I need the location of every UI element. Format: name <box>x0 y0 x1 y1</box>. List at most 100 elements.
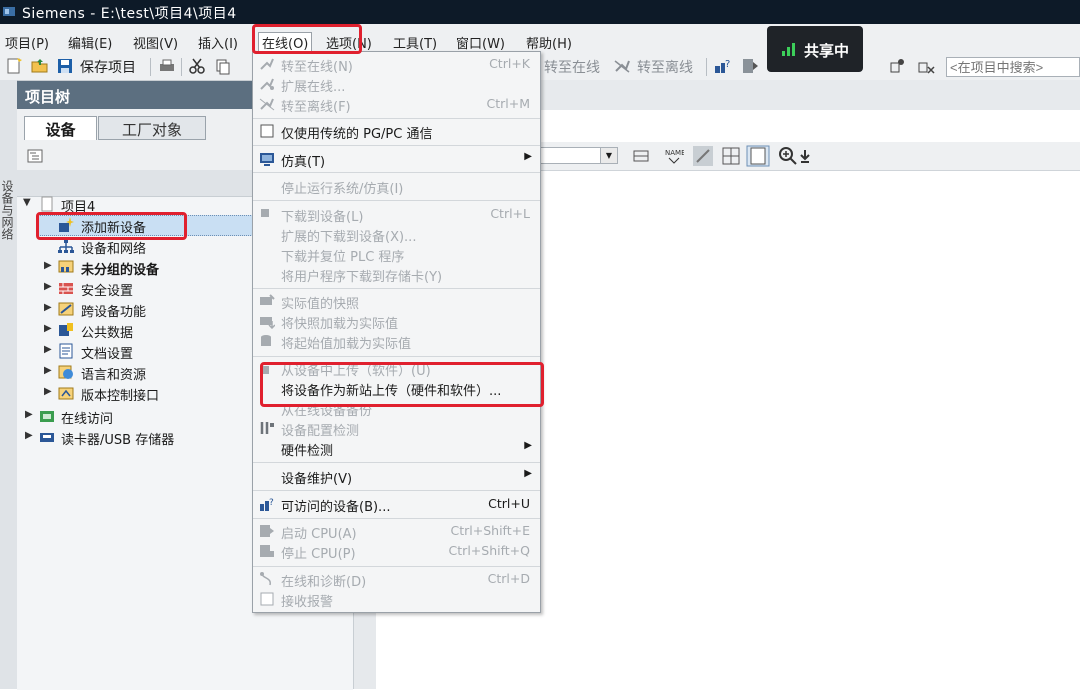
expand-arrow-icon[interactable]: ▶ <box>25 430 33 441</box>
title-bar: Siemens - E:\test\项目4\项目4 <box>0 0 1080 24</box>
simulation-icon <box>260 153 274 166</box>
menu-item-device-maintenance[interactable]: 设备维护(V) ▶ <box>253 466 540 487</box>
tree-item-document-settings[interactable]: ▶ 文档设置 <box>17 341 253 362</box>
tab-devices[interactable]: 设备 <box>24 116 97 140</box>
menu-item-stop-cpu[interactable]: 停止 CPU(P) Ctrl+Shift+Q <box>253 541 540 562</box>
menu-item-hardware-detect[interactable]: 硬件检测 ▶ <box>253 438 540 459</box>
chevron-down-icon: ▼ <box>600 148 617 163</box>
menu-edit[interactable]: 编辑(E) <box>68 33 112 52</box>
menu-tools[interactable]: 工具(T) <box>393 33 437 52</box>
name-tag-icon[interactable]: NAME <box>664 146 684 166</box>
menu-item-download-to-card[interactable]: 将用户程序下载到存储卡(Y) <box>253 264 540 285</box>
tree-item-ungrouped-devices[interactable]: ▶ 未分组的设备 <box>17 257 253 278</box>
download-icon <box>261 209 269 217</box>
expand-arrow-icon[interactable]: ▶ <box>44 302 52 313</box>
start-cpu-icon[interactable] <box>741 57 759 75</box>
project-tree-title: 项目树 <box>25 88 71 106</box>
menu-insert[interactable]: 插入(I) <box>198 33 238 52</box>
save-icon[interactable] <box>56 57 74 75</box>
menu-separator <box>253 118 540 119</box>
menu-project[interactable]: 项目(P) <box>5 33 49 52</box>
menu-item-go-offline[interactable]: 转至离线(F) Ctrl+M <box>253 94 540 115</box>
project-search-input[interactable] <box>946 57 1080 77</box>
devices-networks-strip-label: 设备与网络 <box>0 180 14 240</box>
menu-item-device-config-detect[interactable]: 设备配置检测 <box>253 418 540 439</box>
menu-item-snapshot[interactable]: 实际值的快照 <box>253 291 540 312</box>
cross-reference-x-icon[interactable] <box>917 57 935 75</box>
cross-reference-icon[interactable] <box>889 57 907 75</box>
svg-text:?: ? <box>725 59 730 70</box>
menu-item-download-reset-plc[interactable]: 下载并复位 PLC 程序 <box>253 244 540 265</box>
menu-separator <box>253 172 540 173</box>
new-project-icon[interactable] <box>5 57 23 75</box>
menu-item-load-start-values[interactable]: 将起始值加载为实际值 <box>253 331 540 352</box>
go-offline-button[interactable]: 转至离线 <box>637 57 693 77</box>
menu-item-legacy-pgpc[interactable]: 仅使用传统的 PG/PC 通信 <box>253 121 540 142</box>
menu-item-start-cpu[interactable]: 启动 CPU(A) Ctrl+Shift+E <box>253 521 540 542</box>
menu-item-simulation[interactable]: 仿真(T) ▶ <box>253 149 540 170</box>
toolbar-separator <box>150 58 151 76</box>
menu-item-receive-alarms[interactable]: 接收报警 <box>253 589 540 610</box>
online-menu: 转至在线(N) Ctrl+K 扩展在线... 转至离线(F) Ctrl+M 仅使… <box>252 51 541 613</box>
cut-icon[interactable] <box>188 57 206 75</box>
highlight-online-menu <box>252 24 362 54</box>
expand-arrow-icon[interactable]: ▶ <box>44 323 52 334</box>
expand-arrow-icon[interactable]: ▶ <box>44 386 52 397</box>
project-tree-header: 项目树 <box>17 81 253 109</box>
open-project-icon[interactable] <box>31 57 49 75</box>
devices-networks-strip[interactable]: 设备与网络 <box>0 80 18 689</box>
tree-item-languages-resources[interactable]: ▶ 语言和资源 <box>17 362 253 383</box>
tab-plant-objects[interactable]: 工厂对象 <box>98 116 206 140</box>
print-icon[interactable] <box>158 57 176 75</box>
menu-view[interactable]: 视图(V) <box>133 33 178 52</box>
checkbox-icon[interactable] <box>259 123 275 139</box>
menu-item-online-diagnostics[interactable]: 在线和诊断(D) Ctrl+D <box>253 569 540 590</box>
go-online-icon <box>260 58 274 70</box>
zoom-dropdown-icon[interactable] <box>798 148 812 164</box>
menu-separator <box>253 566 540 567</box>
tree-item-common-data[interactable]: ▶ 公共数据 <box>17 320 253 341</box>
svg-text:NAME: NAME <box>665 149 684 157</box>
tree-item-label: 未分组的设备 <box>81 263 160 278</box>
zoom-in-icon[interactable] <box>778 146 798 166</box>
stop-cpu-icon <box>260 545 274 557</box>
menu-item-stop-runtime[interactable]: 停止运行系统/仿真(I) <box>253 176 540 197</box>
tree-item-online-access[interactable]: ▶ 在线访问 <box>17 406 253 427</box>
screen-share-badge[interactable]: 共享中 <box>767 26 863 72</box>
draw-connection-icon[interactable] <box>693 146 713 166</box>
menu-help[interactable]: 帮助(H) <box>526 33 572 52</box>
save-project-button[interactable]: 保存项目 <box>80 57 136 77</box>
tree-item-cross-device-functions[interactable]: ▶ 跨设备功能 <box>17 299 253 320</box>
accessible-devices-icon[interactable]: ? <box>713 57 731 75</box>
network-view-icon[interactable] <box>632 147 650 165</box>
collapse-arrow-icon[interactable]: ▼ <box>23 197 31 208</box>
expand-arrow-icon[interactable]: ▶ <box>44 260 52 271</box>
menu-item-extended-online[interactable]: 扩展在线... <box>253 74 540 95</box>
tree-item-version-control[interactable]: ▶ 版本控制接口 <box>17 383 253 404</box>
tree-view-icon[interactable] <box>26 147 44 165</box>
expand-arrow-icon[interactable]: ▶ <box>44 344 52 355</box>
go-online-button[interactable]: 转至在线 <box>544 57 600 77</box>
grid-icon[interactable] <box>721 146 741 166</box>
go-offline-icon[interactable] <box>613 57 631 75</box>
ungrouped-devices-icon <box>58 260 74 273</box>
menu-window[interactable]: 窗口(W) <box>456 33 505 52</box>
expand-arrow-icon[interactable]: ▶ <box>44 281 52 292</box>
copy-icon[interactable] <box>214 57 232 75</box>
menu-item-load-snapshot[interactable]: 将快照加载为实际值 <box>253 311 540 332</box>
menu-item-go-online[interactable]: 转至在线(N) Ctrl+K <box>253 54 540 75</box>
menu-item-accessible-devices[interactable]: ? 可访问的设备(B)... Ctrl+U <box>253 494 540 515</box>
tree-item-project4[interactable]: ▼ 项目4 <box>17 194 253 215</box>
menu-item-download-to-device[interactable]: 下载到设备(L) Ctrl+L <box>253 204 540 225</box>
highlight-add-device <box>36 212 187 240</box>
page-view-icon[interactable] <box>746 145 770 167</box>
tree-item-card-reader[interactable]: ▶ 读卡器/USB 存储器 <box>17 427 253 448</box>
project-icon <box>41 196 53 212</box>
toolbar-separator <box>706 58 707 76</box>
expand-arrow-icon[interactable]: ▶ <box>44 365 52 376</box>
menu-item-extended-download[interactable]: 扩展的下载到设备(X)... <box>253 224 540 245</box>
expand-arrow-icon[interactable]: ▶ <box>25 409 33 420</box>
tree-item-security-settings[interactable]: ▶ 安全设置 <box>17 278 253 299</box>
load-snapshot-icon <box>260 317 275 329</box>
workspace-dropdown[interactable]: ▼ <box>538 147 618 164</box>
